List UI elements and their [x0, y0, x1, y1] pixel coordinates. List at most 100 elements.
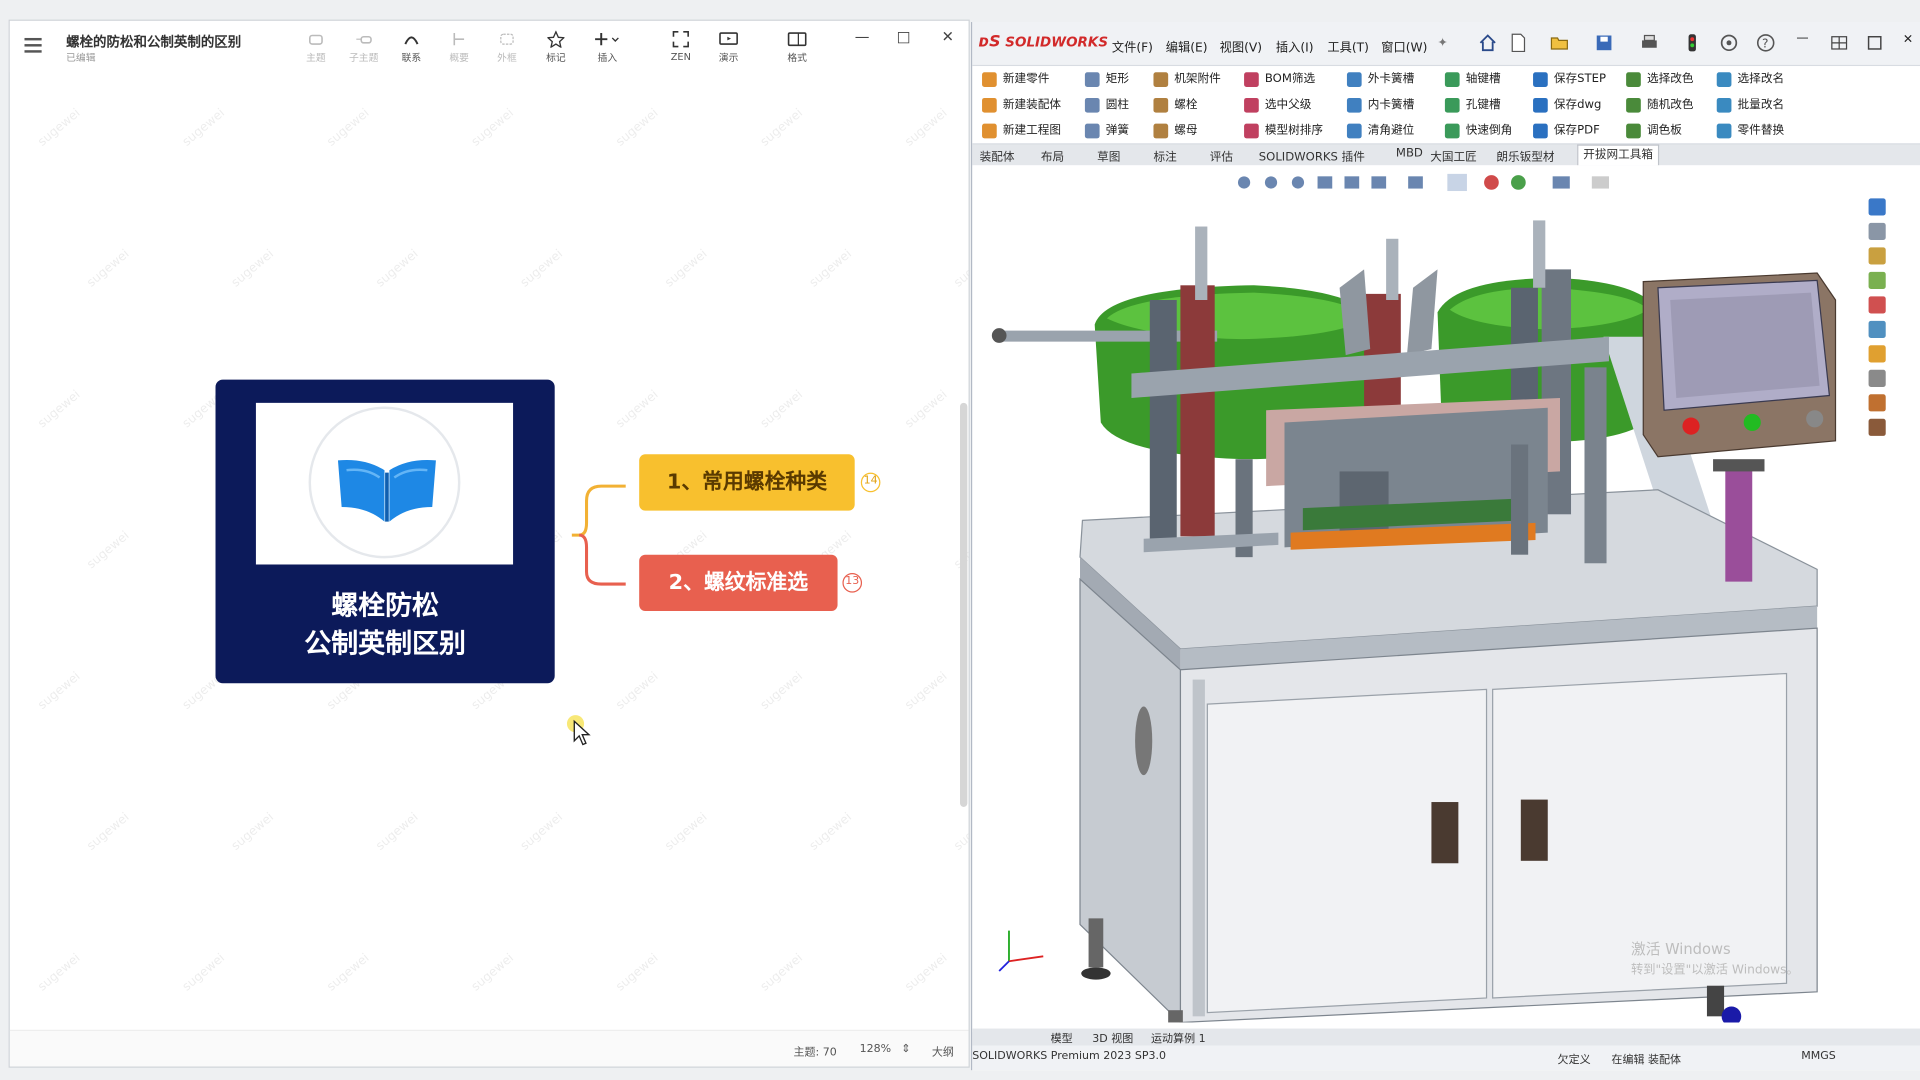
present-button[interactable]: 演示	[707, 31, 751, 65]
tab-model[interactable]: 模型	[1051, 1030, 1073, 1045]
subtopic-button[interactable]: 子主题	[342, 31, 386, 65]
unit-system[interactable]: MMGS	[1801, 1051, 1836, 1063]
ribbon-button-5-0[interactable]: 轴键槽	[1444, 71, 1501, 88]
design-library-icon	[1868, 222, 1886, 241]
ribbon-button-7-1[interactable]: 随机改色	[1626, 97, 1693, 114]
summary-button[interactable]: 概要	[437, 31, 481, 65]
ribbon-button-4-0[interactable]: 外卡簧槽	[1346, 71, 1414, 88]
cm-tab-2[interactable]: 草图	[1097, 147, 1120, 164]
help-icon[interactable]: ?	[1756, 33, 1776, 53]
menu-edit[interactable]: 编辑(E)	[1166, 37, 1208, 55]
menu-icon[interactable]	[24, 37, 42, 53]
topic-node-2[interactable]: 2、螺纹标准选	[639, 554, 838, 612]
ribbon-button-1-1[interactable]: 圆柱	[1084, 97, 1129, 114]
graphics-viewport[interactable]	[972, 165, 1920, 1033]
ribbon-button-7-2[interactable]: 调色板	[1626, 122, 1682, 139]
cm-tab-6[interactable]: MBD	[1396, 147, 1423, 160]
sw-close-button[interactable]: ✕	[1903, 33, 1913, 46]
maximize-button[interactable]: □	[891, 28, 915, 45]
boundary-button[interactable]: 外框	[485, 31, 529, 65]
ribbon-button-4-1[interactable]: 内卡簧槽	[1346, 97, 1414, 114]
ribbon-button-0-1[interactable]: 新建装配体	[982, 97, 1061, 114]
ribbon-tool-icon	[1084, 72, 1100, 87]
tab-3d-view[interactable]: 3D 视图	[1092, 1030, 1133, 1045]
ribbon-button-8-2[interactable]: 零件替换	[1716, 122, 1784, 139]
menu-insert[interactable]: 插入(I)	[1276, 37, 1314, 55]
cm-tab-7[interactable]: 大国工匠	[1430, 147, 1477, 164]
topic-count: 主题: 70	[793, 1046, 837, 1060]
tile-windows-icon[interactable]	[1829, 33, 1849, 53]
ribbon-button-7-0[interactable]: 选择改色	[1626, 71, 1693, 88]
menu-window[interactable]: 窗口(W)	[1381, 37, 1427, 55]
ribbon-button-0-0[interactable]: 新建零件	[982, 71, 1049, 88]
format-button[interactable]: 格式	[775, 31, 819, 65]
outline-button[interactable]: 大纲	[932, 1043, 954, 1059]
ribbon-button-6-2[interactable]: 保存PDF	[1533, 122, 1600, 139]
pin-icon[interactable]: ✦	[1438, 37, 1448, 50]
new-document-icon[interactable]	[1509, 33, 1529, 53]
solidworks-window: ᴅS SOLIDWORKS 文件(F) 编辑(E) 视图(V) 插入(I) 工具…	[971, 22, 1920, 1071]
ribbon-button-2-0[interactable]: 机架附件	[1153, 71, 1221, 88]
cm-tab-3[interactable]: 标注	[1153, 147, 1176, 164]
assembly-model[interactable]	[972, 165, 1854, 1023]
menu-file[interactable]: 文件(F)	[1112, 37, 1153, 55]
ribbon-button-1-0[interactable]: 矩形	[1084, 71, 1129, 88]
ribbon-button-4-2[interactable]: 清角避位	[1346, 122, 1415, 139]
ribbon-tool-icon	[1153, 123, 1169, 139]
print-icon[interactable]	[1640, 33, 1660, 53]
ribbon-button-3-2[interactable]: 模型树排序	[1244, 122, 1323, 139]
options-icon[interactable]	[1719, 33, 1739, 53]
mindmap-canvas[interactable]: sugewei sugewei sugewei sugewei sugewei sugew…	[10, 72, 969, 1033]
watermark-text: sugewei	[84, 810, 133, 854]
home-icon[interactable]	[1478, 33, 1498, 53]
task-pane-tabs[interactable]	[1859, 192, 1896, 443]
cm-tab-8[interactable]: 朗乐钣型材	[1496, 147, 1554, 164]
ribbon-button-3-1[interactable]: 选中父级	[1244, 97, 1311, 114]
minimize-button[interactable]: —	[850, 28, 874, 45]
traffic-light-icon[interactable]	[1682, 33, 1702, 53]
summary-icon	[453, 33, 465, 46]
ribbon-button-5-2[interactable]: 快速倒角	[1444, 122, 1512, 139]
cm-tab-0[interactable]: 装配体	[980, 147, 1015, 164]
watermark-text: sugewei	[180, 951, 228, 995]
ribbon-button-8-0[interactable]: 选择改名	[1716, 71, 1784, 88]
open-folder-icon[interactable]	[1550, 33, 1570, 53]
zoom-stepper-icon[interactable]: ⇕	[901, 1043, 910, 1055]
topic-node-1-count[interactable]: 14	[860, 472, 881, 493]
ribbon-button-6-1[interactable]: 保存dwg	[1533, 97, 1601, 114]
ribbon-button-2-2[interactable]: 螺母	[1153, 122, 1198, 139]
ribbon-button-0-2[interactable]: 新建工程图	[982, 122, 1061, 139]
zoom-level[interactable]: 128%	[860, 1043, 892, 1055]
ribbon-button-5-1[interactable]: 孔键槽	[1444, 97, 1501, 114]
ribbon-button-3-0[interactable]: BOM筛选	[1244, 71, 1315, 88]
ribbon-button-6-0[interactable]: 保存STEP	[1533, 71, 1606, 88]
central-topic[interactable]: 螺栓防松 公制英制区别	[215, 379, 555, 684]
ribbon-button-8-1[interactable]: 批量改名	[1716, 97, 1784, 114]
ribbon-button-label: 清角避位	[1367, 123, 1415, 138]
marker-button[interactable]: 标记	[534, 30, 578, 65]
topic-button[interactable]: 主题	[294, 31, 338, 65]
topic-node-1[interactable]: 1、常用螺栓种类	[639, 454, 855, 511]
tab-motion-study[interactable]: 运动算例 1	[1151, 1030, 1206, 1045]
ribbon-button-2-1[interactable]: 螺栓	[1153, 97, 1198, 114]
cm-tab-5[interactable]: SOLIDWORKS 插件	[1259, 147, 1365, 164]
relationship-button[interactable]: 联系	[389, 31, 433, 65]
topic-node-2-count[interactable]: 13	[842, 573, 863, 593]
sw-maximize-icon[interactable]	[1865, 33, 1885, 53]
cm-tab-1[interactable]: 布局	[1041, 147, 1064, 164]
watermark-text: sugewei	[613, 106, 662, 150]
ribbon-tool-icon	[1244, 97, 1259, 113]
ribbon-button-label: BOM筛选	[1264, 72, 1316, 86]
ribbon-button-1-2[interactable]: 弹簧	[1084, 122, 1129, 139]
vertical-scrollbar[interactable]	[960, 402, 968, 807]
zen-button[interactable]: ZEN	[659, 31, 703, 62]
insert-button[interactable]: 插入	[585, 31, 629, 65]
save-icon[interactable]	[1594, 33, 1614, 53]
close-button[interactable]: ✕	[936, 28, 960, 45]
cm-tab-4[interactable]: 评估	[1210, 147, 1233, 164]
solidworks-logo: ᴅS SOLIDWORKS	[978, 33, 1109, 52]
menu-tools[interactable]: 工具(T)	[1327, 37, 1369, 55]
sw-minimize-button[interactable]: —	[1796, 32, 1808, 45]
cm-tab-9[interactable]: 开拔网工具箱	[1577, 144, 1660, 166]
menu-view[interactable]: 视图(V)	[1220, 37, 1262, 55]
